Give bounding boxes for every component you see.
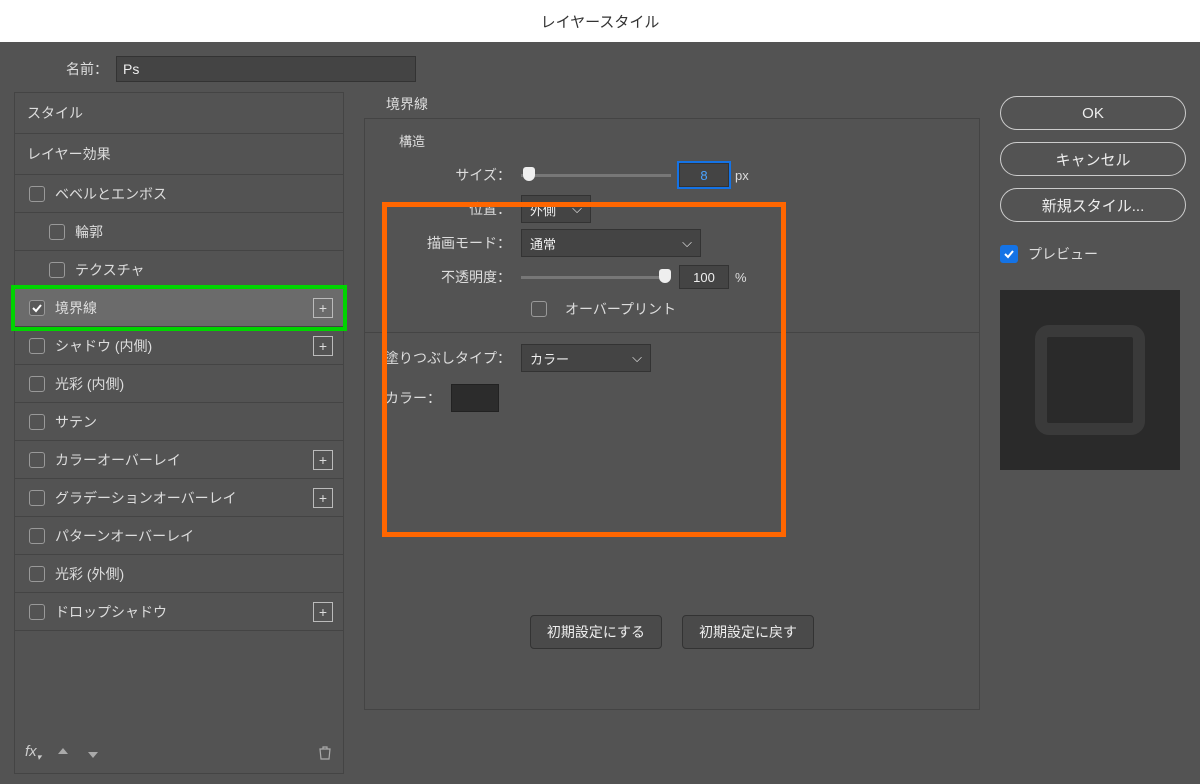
label-drop-shadow: ドロップシャドウ xyxy=(55,602,167,622)
cancel-button[interactable]: キャンセル xyxy=(1000,142,1186,176)
label-inner-shadow: シャドウ (内側) xyxy=(55,336,152,356)
label-satin: サテン xyxy=(55,412,97,432)
subsection-structure: 構造 xyxy=(399,131,963,150)
new-style-button[interactable]: 新規スタイル... xyxy=(1000,188,1186,222)
bottom-buttons: 初期設定にする 初期設定に戻す xyxy=(381,615,963,649)
opacity-unit: % xyxy=(735,270,747,285)
dialog-title: レイヤースタイル xyxy=(0,0,1200,42)
overprint-row: オーバープリント xyxy=(531,294,963,324)
opacity-slider[interactable] xyxy=(521,272,671,282)
styles-header[interactable]: スタイル xyxy=(15,93,343,134)
checkbox-satin[interactable] xyxy=(29,414,45,430)
fill-type-label: 塗りつぶしタイプ： xyxy=(381,348,521,368)
style-item-bevel[interactable]: ベベルとエンボス xyxy=(15,175,343,213)
styles-sidebar: スタイル レイヤー効果 ベベルとエンボス 輪郭 テクスチャ 境界線 + シ xyxy=(14,92,344,774)
opacity-row: 不透明度： % xyxy=(381,260,963,294)
add-color-overlay-icon[interactable]: + xyxy=(313,450,333,470)
opacity-input[interactable] xyxy=(679,265,729,289)
layer-effects-header[interactable]: レイヤー効果 xyxy=(15,134,343,175)
reset-default-button[interactable]: 初期設定に戻す xyxy=(682,615,814,649)
label-inner-glow: 光彩 (内側) xyxy=(55,374,124,394)
preview-thumbnail xyxy=(1000,290,1180,470)
position-row: 位置： 外側 ⌵ xyxy=(381,192,963,226)
make-default-button[interactable]: 初期設定にする xyxy=(530,615,662,649)
label-texture: テクスチャ xyxy=(75,260,144,280)
size-unit: px xyxy=(735,168,749,183)
name-row: 名前： xyxy=(0,42,1200,92)
style-item-inner-glow[interactable]: 光彩 (内側) xyxy=(15,365,343,403)
fill-type-select[interactable]: カラー ⌵ xyxy=(521,344,651,372)
style-item-inner-shadow[interactable]: シャドウ (内側) + xyxy=(15,327,343,365)
fx-menu-icon[interactable]: fx▾ xyxy=(25,743,41,763)
style-item-gradient-overlay[interactable]: グラデーションオーバーレイ + xyxy=(15,479,343,517)
color-label: カラー： xyxy=(381,388,451,408)
preview-label: プレビュー xyxy=(1028,244,1098,264)
size-slider[interactable] xyxy=(521,170,671,180)
name-label: 名前： xyxy=(66,59,108,79)
label-pattern-overlay: パターンオーバーレイ xyxy=(55,526,194,546)
add-stroke-icon[interactable]: + xyxy=(313,298,333,318)
chevron-down-icon: ⌵ xyxy=(682,235,692,251)
move-down-icon[interactable] xyxy=(85,745,101,761)
fill-type-row: 塗りつぶしタイプ： カラー ⌵ xyxy=(381,341,963,375)
checkbox-bevel[interactable] xyxy=(29,186,45,202)
label-gradient-overlay: グラデーションオーバーレイ xyxy=(55,488,237,508)
style-item-outer-glow[interactable]: 光彩 (外側) xyxy=(15,555,343,593)
section-title: 境界線 xyxy=(386,94,980,114)
checkbox-overprint[interactable] xyxy=(531,301,547,317)
chevron-down-icon: ⌵ xyxy=(632,350,642,366)
add-gradient-overlay-icon[interactable]: + xyxy=(313,488,333,508)
checkbox-inner-shadow[interactable] xyxy=(29,338,45,354)
name-input[interactable] xyxy=(116,56,416,82)
checkbox-inner-glow[interactable] xyxy=(29,376,45,392)
style-item-satin[interactable]: サテン xyxy=(15,403,343,441)
size-input[interactable] xyxy=(679,163,729,187)
label-contour: 輪郭 xyxy=(75,222,103,242)
layer-style-dialog: 名前： スタイル レイヤー効果 ベベルとエンボス 輪郭 テクスチャ 境界線 + xyxy=(0,42,1200,784)
settings-box: 構造 サイズ： px 位置： 外側 ⌵ xyxy=(364,118,980,710)
preview-row: プレビュー xyxy=(1000,244,1186,264)
checkbox-stroke[interactable] xyxy=(29,300,45,316)
overprint-label: オーバープリント xyxy=(565,299,676,319)
divider xyxy=(365,332,979,333)
checkbox-gradient-overlay[interactable] xyxy=(29,490,45,506)
move-up-icon[interactable] xyxy=(55,745,71,761)
size-row: サイズ： px xyxy=(381,158,963,192)
checkbox-contour[interactable] xyxy=(49,224,65,240)
position-label: 位置： xyxy=(381,199,521,219)
checkbox-color-overlay[interactable] xyxy=(29,452,45,468)
checkbox-texture[interactable] xyxy=(49,262,65,278)
style-item-stroke[interactable]: 境界線 + xyxy=(15,289,343,327)
preview-shape xyxy=(1035,325,1145,435)
checkbox-preview[interactable] xyxy=(1000,245,1018,263)
label-stroke: 境界線 xyxy=(55,298,97,318)
add-drop-shadow-icon[interactable]: + xyxy=(313,602,333,622)
style-item-texture[interactable]: テクスチャ xyxy=(15,251,343,289)
ok-button[interactable]: OK xyxy=(1000,96,1186,130)
label-color-overlay: カラーオーバーレイ xyxy=(55,450,181,470)
label-bevel: ベベルとエンボス xyxy=(55,184,167,204)
position-select[interactable]: 外側 ⌵ xyxy=(521,195,591,223)
style-item-pattern-overlay[interactable]: パターンオーバーレイ xyxy=(15,517,343,555)
right-column: OK キャンセル 新規スタイル... プレビュー xyxy=(1000,92,1186,774)
label-outer-glow: 光彩 (外側) xyxy=(55,564,124,584)
blend-mode-row: 描画モード： 通常 ⌵ xyxy=(381,226,963,260)
style-item-contour[interactable]: 輪郭 xyxy=(15,213,343,251)
settings-panel: 境界線 構造 サイズ： px 位置： 外側 ⌵ xyxy=(364,92,980,774)
size-label: サイズ： xyxy=(381,165,521,185)
style-item-drop-shadow[interactable]: ドロップシャドウ + xyxy=(15,593,343,631)
chevron-down-icon: ⌵ xyxy=(572,201,582,217)
style-item-color-overlay[interactable]: カラーオーバーレイ + xyxy=(15,441,343,479)
styles-footer: fx▾ xyxy=(15,733,343,773)
checkbox-outer-glow[interactable] xyxy=(29,566,45,582)
color-swatch[interactable] xyxy=(451,384,499,412)
checkbox-drop-shadow[interactable] xyxy=(29,604,45,620)
blend-mode-select[interactable]: 通常 ⌵ xyxy=(521,229,701,257)
checkbox-pattern-overlay[interactable] xyxy=(29,528,45,544)
color-row: カラー： xyxy=(381,381,963,415)
opacity-label: 不透明度： xyxy=(381,267,521,287)
blend-mode-label: 描画モード： xyxy=(381,233,521,253)
trash-icon[interactable] xyxy=(317,745,333,761)
add-inner-shadow-icon[interactable]: + xyxy=(313,336,333,356)
